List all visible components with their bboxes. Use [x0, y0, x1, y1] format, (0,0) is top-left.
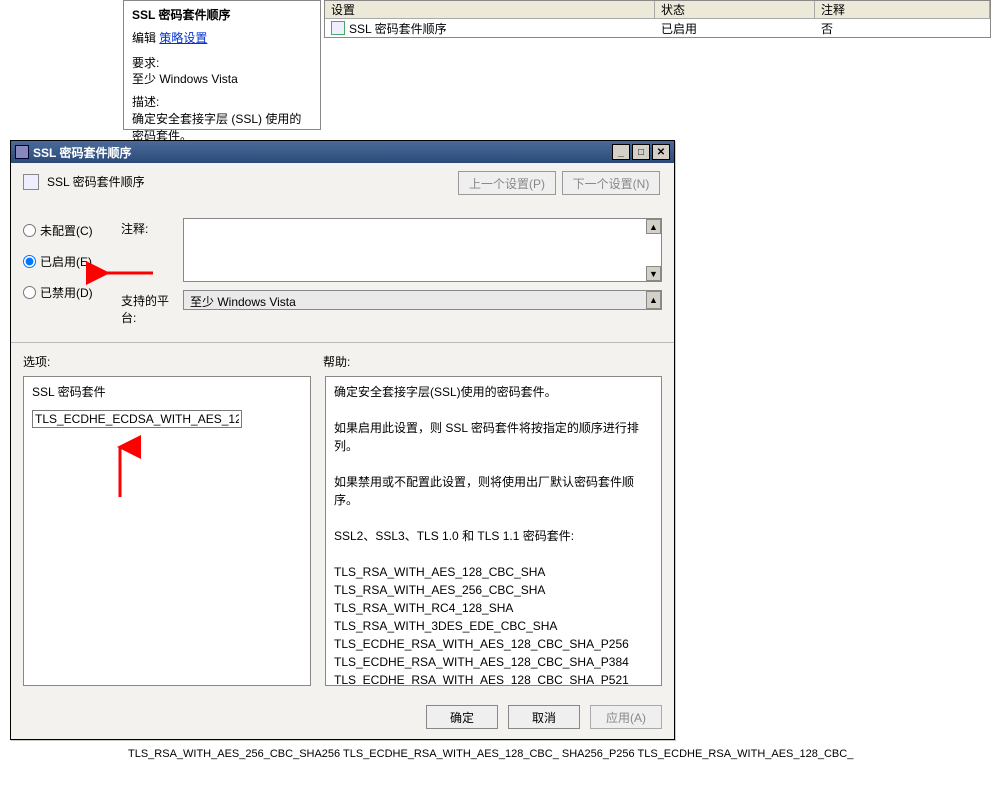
dialog-titlebar[interactable]: SSL 密码套件顺序 _ □ ✕ — [11, 141, 674, 163]
row-status: 已启用 — [655, 20, 815, 37]
scroll-down-icon[interactable]: ▼ — [646, 266, 661, 281]
col-setting[interactable]: 设置 — [325, 1, 655, 18]
col-status[interactable]: 状态 — [655, 1, 815, 18]
next-setting-button[interactable]: 下一个设置(N) — [562, 171, 660, 195]
help-label: 帮助: — [323, 353, 350, 370]
radio-not-configured[interactable]: 未配置(C) — [23, 222, 109, 239]
cancel-button[interactable]: 取消 — [508, 705, 580, 729]
scroll-up-icon[interactable]: ▲ — [646, 291, 661, 309]
ssl-cipher-order-dialog: SSL 密码套件顺序 _ □ ✕ SSL 密码套件顺序 上一个设置(P) 下一个… — [10, 140, 675, 740]
table-row[interactable]: SSL 密码套件顺序 已启用 否 — [325, 19, 990, 37]
cipher-item: TLS_ECDHE_RSA_WITH_AES_128_CBC_SHA_P256 — [334, 635, 653, 653]
radio-disabled[interactable]: 已禁用(D) — [23, 284, 109, 301]
cipher-item: TLS_RSA_WITH_RC4_128_SHA — [334, 599, 653, 617]
policy-info-panel: SSL 密码套件顺序 编辑 策略设置 要求: 至少 Windows Vista … — [123, 0, 321, 130]
col-comment[interactable]: 注释 — [815, 1, 990, 18]
policy-title: SSL 密码套件顺序 — [132, 7, 312, 24]
state-radio-group: 未配置(C) 已启用(E) 已禁用(D) — [23, 218, 109, 334]
radio-enabled[interactable]: 已启用(E) — [23, 253, 109, 270]
row-comment: 否 — [815, 20, 990, 37]
supported-platform-field: 至少 Windows Vista ▲ — [183, 290, 662, 310]
dialog-icon — [15, 145, 29, 159]
comment-label: 注释: — [121, 218, 183, 237]
cipher-suites-input[interactable] — [32, 410, 242, 428]
cipher-item: TLS_ECDHE_RSA_WITH_AES_128_CBC_SHA_P384 — [334, 653, 653, 671]
options-label: 选项: — [23, 353, 323, 370]
cipher-item: TLS_RSA_WITH_3DES_EDE_CBC_SHA — [334, 617, 653, 635]
apply-button[interactable]: 应用(A) — [590, 705, 662, 729]
help-p3: 如果禁用或不配置此设置，则将使用出厂默认密码套件顺序。 — [334, 473, 653, 509]
dialog-header-label: SSL 密码套件顺序 — [47, 173, 145, 190]
edit-row: 编辑 策略设置 — [132, 30, 312, 47]
table-header: 设置 状态 注释 — [325, 1, 990, 19]
platform-value: 至少 Windows Vista — [190, 295, 296, 309]
prev-setting-button[interactable]: 上一个设置(P) — [458, 171, 556, 195]
help-p1: 确定安全套接字层(SSL)使用的密码套件。 — [334, 383, 653, 401]
comment-textarea[interactable]: ▲ ▼ — [183, 218, 662, 282]
dialog-title: SSL 密码套件顺序 — [33, 144, 131, 161]
requirements-value: 至少 Windows Vista — [132, 71, 312, 88]
maximize-button[interactable]: □ — [632, 144, 650, 160]
cipher-item: TLS_RSA_WITH_AES_256_CBC_SHA — [334, 581, 653, 599]
edit-prefix: 编辑 — [132, 31, 156, 45]
edit-policy-link[interactable]: 策略设置 — [159, 31, 207, 45]
close-button[interactable]: ✕ — [652, 144, 670, 160]
radio-not-configured-input[interactable] — [23, 224, 36, 237]
ok-button[interactable]: 确定 — [426, 705, 498, 729]
options-pane: SSL 密码套件 — [23, 376, 311, 686]
radio-disabled-input[interactable] — [23, 286, 36, 299]
settings-icon — [23, 174, 39, 190]
help-p4: SSL2、SSL3、TLS 1.0 和 TLS 1.1 密码套件: — [334, 527, 653, 545]
scroll-up-icon[interactable]: ▲ — [646, 219, 661, 234]
row-setting: SSL 密码套件顺序 — [349, 20, 447, 37]
policy-icon — [331, 21, 345, 35]
policy-list-table: 设置 状态 注释 SSL 密码套件顺序 已启用 否 — [324, 0, 991, 38]
help-pane[interactable]: 确定安全套接字层(SSL)使用的密码套件。 如果启用此设置，则 SSL 密码套件… — [325, 376, 662, 686]
help-p2: 如果启用此设置，则 SSL 密码套件将按指定的顺序进行排列。 — [334, 419, 653, 455]
background-cipher-fragment: TLS_RSA_WITH_AES_256_CBC_SHA256 TLS_ECDH… — [128, 748, 853, 762]
cipher-section-title: SSL 密码套件 — [32, 383, 302, 400]
cipher-item: TLS_ECDHE_RSA_WITH_AES_128_CBC_SHA_P521 — [334, 671, 653, 686]
requirements-label: 要求: — [132, 55, 312, 72]
platform-label: 支持的平台: — [121, 290, 183, 326]
help-cipher-list: TLS_RSA_WITH_AES_128_CBC_SHATLS_RSA_WITH… — [334, 563, 653, 686]
cipher-item: TLS_RSA_WITH_AES_128_CBC_SHA — [334, 563, 653, 581]
minimize-button[interactable]: _ — [612, 144, 630, 160]
radio-enabled-input[interactable] — [23, 255, 36, 268]
description-label: 描述: — [132, 94, 312, 111]
